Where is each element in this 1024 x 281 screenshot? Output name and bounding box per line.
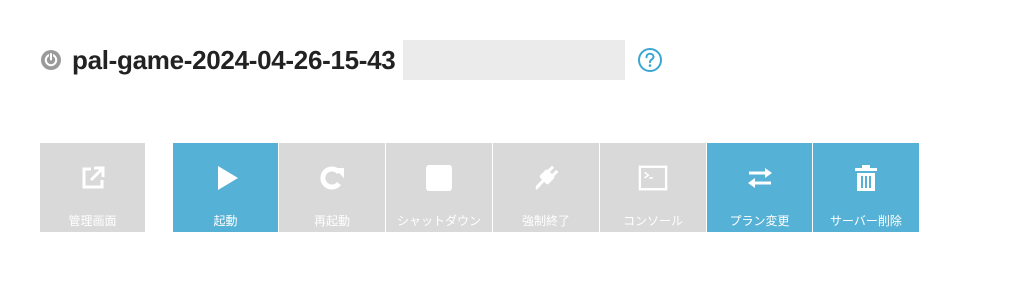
unplug-icon <box>531 163 561 193</box>
delete-server-label: サーバー削除 <box>830 214 902 228</box>
shutdown-button[interactable]: シャットダウン <box>386 143 492 232</box>
start-label: 起動 <box>213 214 238 228</box>
shutdown-label: シャットダウン <box>396 214 481 228</box>
server-name-field[interactable] <box>403 40 626 80</box>
plan-change-button[interactable]: プラン変更 <box>707 143 812 232</box>
console-icon <box>638 163 668 193</box>
restart-button[interactable]: 再起動 <box>279 143 385 232</box>
force-stop-label: 強制終了 <box>521 214 570 228</box>
console-label: コンソール <box>622 214 683 228</box>
force-stop-button[interactable]: 強制終了 <box>493 143 599 232</box>
plan-change-label: プラン変更 <box>729 214 790 228</box>
admin-panel-label: 管理画面 <box>68 214 117 228</box>
restart-label: 再起動 <box>313 214 350 228</box>
delete-server-button[interactable]: サーバー削除 <box>813 143 919 232</box>
admin-panel-button[interactable]: 管理画面 <box>40 143 145 232</box>
trash-icon <box>851 163 881 193</box>
external-link-icon <box>78 163 108 193</box>
server-name: pal-game-2024-04-26-15-43 <box>72 44 396 75</box>
power-status-icon <box>40 49 62 71</box>
stop-icon <box>424 163 454 193</box>
restart-icon <box>317 163 347 193</box>
question-circle-icon[interactable] <box>637 47 663 73</box>
start-button[interactable]: 起動 <box>173 143 278 232</box>
swap-arrows-icon <box>745 163 775 193</box>
play-icon <box>211 163 241 193</box>
console-button[interactable]: コンソール <box>600 143 706 232</box>
server-header: pal-game-2024-04-26-15-43 <box>40 40 663 80</box>
